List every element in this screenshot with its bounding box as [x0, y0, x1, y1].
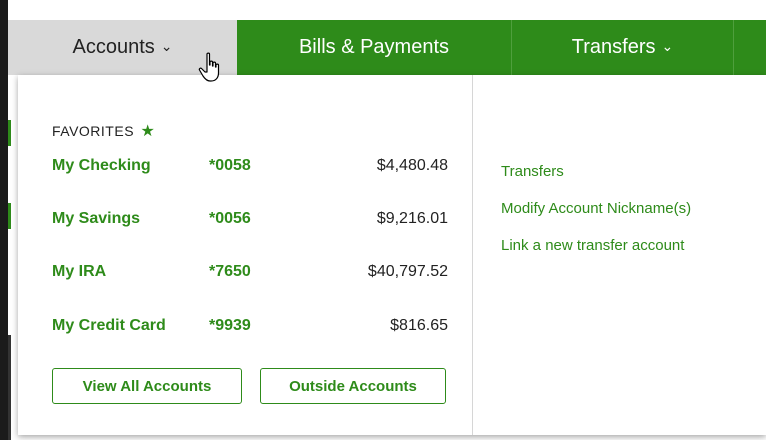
account-row[interactable]: My Credit Card *9939 $816.65	[52, 317, 448, 341]
main-nav: Accounts ⌄ Bills & Payments Transfers ⌄	[8, 20, 766, 75]
account-number: *9939	[209, 317, 251, 334]
link-transfer-account-link[interactable]: Link a new transfer account	[501, 237, 684, 254]
nav-transfers[interactable]: Transfers ⌄	[512, 20, 734, 75]
account-balance: $9,216.01	[376, 210, 448, 227]
modify-nickname-link[interactable]: Modify Account Nickname(s)	[501, 200, 691, 217]
window-left-edge	[0, 0, 8, 440]
background-fragment	[8, 120, 11, 146]
chevron-down-icon: ⌄	[160, 38, 173, 54]
account-number: *0058	[209, 157, 251, 174]
account-row[interactable]: My Savings *0056 $9,216.01	[52, 210, 448, 234]
background-page-edge	[8, 75, 18, 440]
account-number: *0056	[209, 210, 251, 227]
nav-bills-label: Bills & Payments	[298, 36, 450, 58]
account-balance: $816.65	[390, 317, 448, 334]
account-name[interactable]: My Savings	[52, 210, 140, 228]
outside-accounts-button[interactable]: Outside Accounts	[260, 368, 446, 404]
favorites-title: FAVORITES	[52, 123, 135, 139]
account-name[interactable]: My Credit Card	[52, 317, 166, 335]
account-row[interactable]: My IRA *7650 $40,797.52	[52, 263, 448, 287]
window-top-edge	[0, 0, 766, 20]
menu-divider	[472, 75, 473, 435]
account-name[interactable]: My IRA	[52, 263, 106, 281]
background-fragment	[8, 335, 11, 440]
account-balance: $40,797.52	[367, 263, 448, 280]
account-number: *7650	[209, 263, 251, 280]
hand-pointer-cursor-icon	[198, 52, 220, 82]
favorites-heading: FAVORITES ★	[52, 121, 155, 141]
nav-more[interactable]	[734, 20, 766, 75]
nav-transfers-label: Transfers	[571, 36, 656, 58]
transfers-link[interactable]: Transfers	[501, 163, 564, 180]
background-fragment	[8, 203, 11, 229]
view-all-accounts-button[interactable]: View All Accounts	[52, 368, 242, 404]
star-icon: ★	[140, 123, 156, 140]
account-row[interactable]: My Checking *0058 $4,480.48	[52, 157, 448, 181]
account-balance: $4,480.48	[376, 157, 448, 174]
accounts-dropdown-menu: FAVORITES ★ My Checking *0058 $4,480.48 …	[18, 75, 766, 435]
nav-accounts-label: Accounts	[72, 36, 155, 58]
nav-bills-payments[interactable]: Bills & Payments	[237, 20, 512, 75]
account-name[interactable]: My Checking	[52, 157, 151, 175]
chevron-down-icon: ⌄	[661, 38, 674, 54]
